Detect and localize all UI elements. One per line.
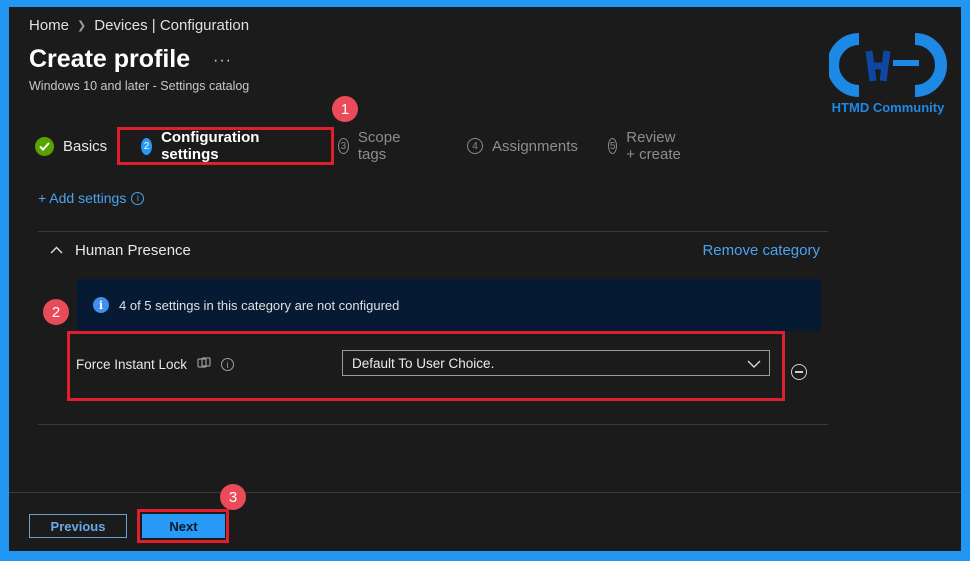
device-scope-icon — [197, 357, 211, 372]
breadcrumb-home[interactable]: Home — [29, 17, 69, 34]
setting-info-icon[interactable]: i — [221, 358, 235, 371]
page-title: Create profile — [29, 45, 191, 73]
step-number-4: 4 — [467, 138, 483, 154]
breadcrumb-devices-configuration[interactable]: Devices | Configuration — [94, 17, 249, 34]
footer-divider — [9, 492, 961, 493]
category-header: Human Presence Remove category — [38, 232, 828, 268]
step-number-5: 5 — [608, 138, 618, 154]
previous-button[interactable]: Previous — [29, 514, 127, 538]
info-notice-banner: i 4 of 5 settings in this category are n… — [77, 279, 821, 331]
breadcrumb: Home ❯ Devices | Configuration — [29, 17, 249, 34]
annotation-badge-1: 1 — [332, 96, 358, 122]
annotation-box-configuration-settings — [117, 127, 334, 165]
remove-setting-icon[interactable] — [791, 364, 807, 380]
setting-label: Force Instant Lock — [76, 357, 188, 372]
chevron-up-icon[interactable] — [50, 241, 63, 259]
add-settings-label: + Add settings — [38, 190, 127, 206]
tab-assignments[interactable]: 4 Assignments — [467, 129, 578, 163]
category-title: Human Presence — [75, 241, 191, 259]
app-window: Home ❯ Devices | Configuration Create pr… — [9, 7, 961, 551]
notice-text: 4 of 5 settings in this category are not… — [119, 297, 400, 313]
info-filled-icon: i — [93, 297, 109, 313]
logo-text: HTMD Community — [831, 100, 945, 115]
more-options-icon[interactable]: ··· — [213, 52, 232, 70]
next-button[interactable]: Next — [142, 514, 225, 538]
add-settings-link[interactable]: + Add settings i — [38, 190, 145, 206]
tab-basics[interactable]: Basics — [35, 129, 107, 163]
tab-scope-tags-label: Scope tags — [357, 129, 401, 163]
setting-row-force-instant-lock: Force Instant Lock i — [76, 357, 235, 372]
annotation-badge-2: 2 — [43, 299, 69, 325]
tab-scope-tags[interactable]: 3 Scope tags — [338, 129, 406, 163]
step-number-3: 3 — [338, 138, 349, 154]
divider-bottom — [38, 424, 828, 425]
remove-category-link[interactable]: Remove category — [702, 242, 820, 259]
info-icon[interactable]: i — [131, 191, 145, 205]
chevron-down-icon — [747, 356, 761, 371]
tab-review-create-label: Review + create — [626, 129, 681, 163]
tab-basics-label: Basics — [63, 137, 108, 155]
annotation-badge-3: 3 — [220, 484, 246, 510]
chevron-right-icon: ❯ — [77, 20, 87, 32]
checkmark-icon — [35, 136, 54, 156]
tab-review-create[interactable]: 5 Review + create — [608, 129, 682, 163]
tab-assignments-label: Assignments — [492, 137, 578, 155]
page-subtitle: Windows 10 and later - Settings catalog — [29, 79, 250, 93]
select-value: Default To User Choice. — [352, 355, 495, 371]
force-instant-lock-select[interactable]: Default To User Choice. — [342, 350, 770, 376]
